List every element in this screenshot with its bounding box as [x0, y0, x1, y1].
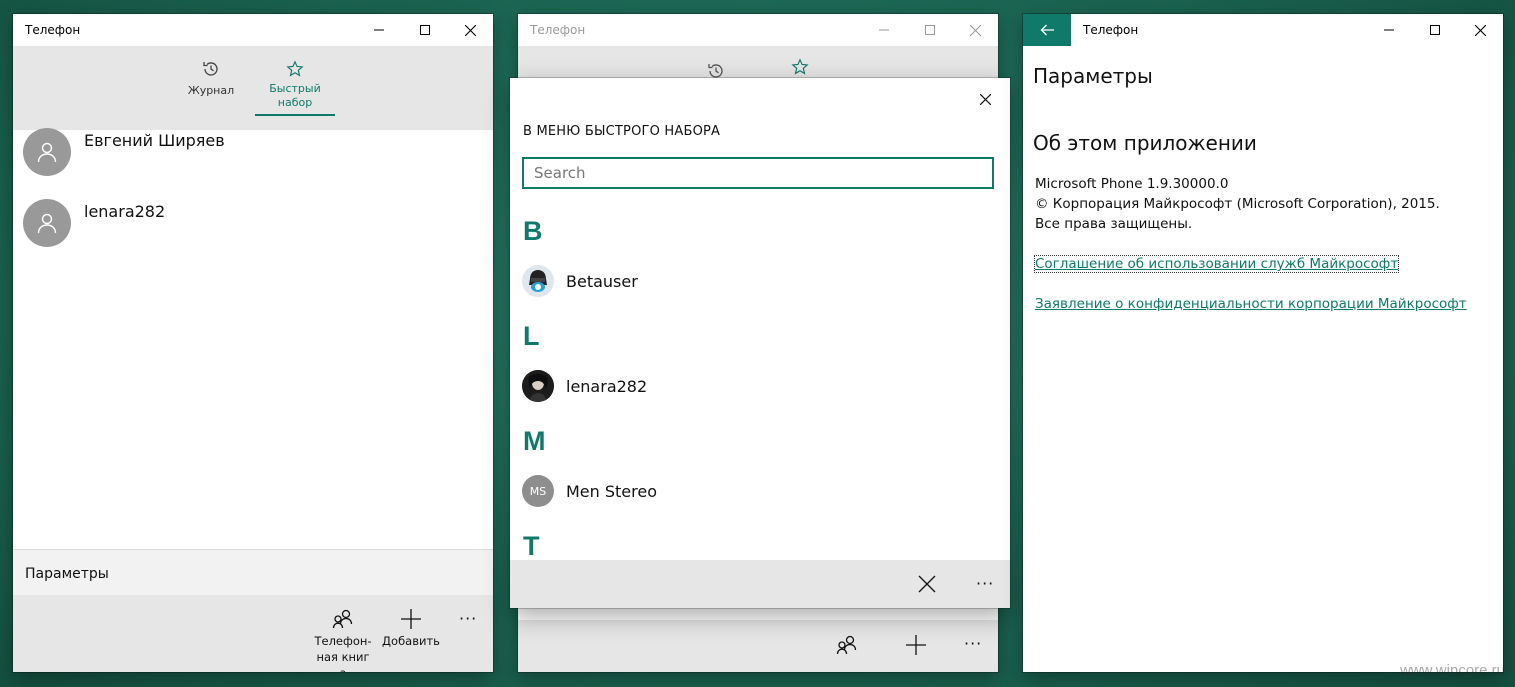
more-options-button[interactable]: ··· [976, 574, 994, 593]
tab-active-indicator [255, 114, 335, 116]
tab-speed-dial[interactable]: Быстрый набор [255, 58, 335, 116]
rights-text: Все права защищены. [1035, 216, 1193, 232]
avatar: MS [522, 475, 554, 507]
speed-dial-contact[interactable]: Евгений Ширяев [23, 128, 225, 178]
maximize-button[interactable] [1412, 14, 1458, 46]
terms-of-service-link[interactable]: Соглашение об использовании служб Майкро… [1033, 255, 1400, 273]
group-letter[interactable]: T [523, 531, 540, 562]
copyright-text: © Корпорация Майкрософт (Microsoft Corpo… [1035, 196, 1440, 212]
tab-label: Журнал [187, 84, 235, 97]
minimize-button[interactable] [1366, 14, 1412, 46]
close-icon [1474, 24, 1486, 36]
contact-name: Евгений Ширяев [84, 131, 225, 150]
maximize-icon [925, 25, 935, 35]
phone-window-speed-dial: Телефон Журнал Быстрый набор Евгений Шир… [13, 14, 493, 672]
contact-name: lenara282 [84, 202, 166, 221]
settings-label: Параметры [25, 566, 109, 582]
contact-name: Betauser [566, 271, 638, 291]
avatar-image-icon [522, 265, 554, 297]
avatar [23, 128, 71, 176]
search-input[interactable] [522, 157, 994, 189]
privacy-statement-link[interactable]: Заявление о конфиденциальности корпораци… [1035, 296, 1467, 312]
dialog-heading: В МЕНЮ БЫСТРОГО НАБОРА [523, 124, 721, 139]
avatar-initials: MS [529, 484, 547, 498]
close-icon [979, 93, 991, 105]
maximize-button[interactable] [402, 14, 448, 46]
maximize-icon [1430, 25, 1440, 35]
title-bar[interactable]: Телефон [518, 14, 998, 46]
contacts-icon [332, 609, 353, 629]
version-text: Microsoft Phone 1.9.30000.0 [1035, 176, 1229, 192]
minimize-button[interactable] [356, 14, 402, 46]
command-label: Телефон-ная книга [314, 634, 372, 672]
title-bar[interactable]: Телефон [13, 14, 493, 46]
command-label: Добавить [382, 634, 440, 648]
command-bar: Телефон-ная книга Добавить ··· [13, 595, 493, 672]
history-icon [203, 62, 218, 76]
minimize-icon [879, 29, 889, 31]
close-button[interactable] [1457, 14, 1503, 46]
group-letter[interactable]: L [523, 321, 540, 352]
contact-row[interactable]: Betauser [522, 265, 638, 297]
contact-row[interactable]: MS Men Stereo [522, 475, 657, 507]
star-icon [286, 60, 304, 77]
page-title: Параметры [1033, 64, 1153, 88]
settings-menu-item[interactable]: Параметры [13, 549, 493, 596]
minimize-icon [374, 29, 384, 31]
avatar [522, 370, 554, 402]
tab-label: Быстрый набор [269, 82, 321, 109]
person-icon [37, 213, 57, 234]
add-speed-dial-dialog: В МЕНЮ БЫСТРОГО НАБОРА B Betauser L lena… [510, 78, 1010, 608]
close-icon [464, 24, 476, 36]
more-options-button[interactable]: ··· [459, 609, 477, 628]
add-button[interactable] [906, 635, 926, 659]
plus-icon [906, 635, 926, 655]
close-button[interactable] [952, 14, 998, 46]
close-button[interactable] [447, 14, 493, 46]
avatar [522, 265, 554, 297]
add-button[interactable]: Добавить [376, 607, 446, 649]
contact-name: lenara282 [566, 376, 648, 396]
watermark: www.wincore.ru [1399, 662, 1505, 679]
minimize-icon [1384, 29, 1394, 31]
window-title: Телефон [1083, 23, 1139, 37]
avatar [23, 199, 71, 247]
minimize-button[interactable] [861, 14, 907, 46]
dialog-close-button[interactable] [970, 84, 1000, 114]
phone-window-settings: Телефон Параметры Об этом приложении Mic… [1023, 14, 1503, 672]
speed-dial-contact[interactable]: lenara282 [23, 199, 165, 249]
group-letter[interactable]: M [523, 426, 546, 457]
avatar-image-icon [522, 370, 554, 402]
title-bar[interactable]: Телефон [1023, 14, 1503, 46]
window-title: Телефон [530, 23, 586, 37]
person-icon [37, 142, 57, 163]
back-button[interactable] [1023, 14, 1071, 46]
plus-icon [401, 609, 421, 629]
contact-name: Men Stereo [566, 481, 658, 501]
star-icon [791, 58, 809, 75]
cancel-button[interactable] [918, 575, 936, 597]
close-icon [969, 24, 981, 36]
more-options-button[interactable]: ··· [964, 634, 982, 653]
contact-row[interactable]: lenara282 [522, 370, 647, 402]
dialog-command-bar: ··· [510, 560, 1010, 608]
command-bar: ··· [518, 620, 998, 672]
tab-strip: Журнал Быстрый набор [13, 46, 493, 130]
contacts-icon [836, 635, 857, 655]
back-arrow-icon [1040, 24, 1054, 36]
phonebook-button[interactable] [836, 634, 858, 660]
phonebook-button[interactable]: Телефон-ная книга [308, 607, 378, 672]
tab-history[interactable]: Журнал [171, 58, 251, 97]
section-title: Об этом приложении [1033, 131, 1257, 155]
group-letter[interactable]: B [523, 216, 543, 247]
maximize-button[interactable] [907, 14, 953, 46]
maximize-icon [420, 25, 430, 35]
window-title: Телефон [25, 23, 81, 37]
close-icon [918, 575, 936, 593]
tab-speed-dial[interactable] [760, 56, 840, 78]
